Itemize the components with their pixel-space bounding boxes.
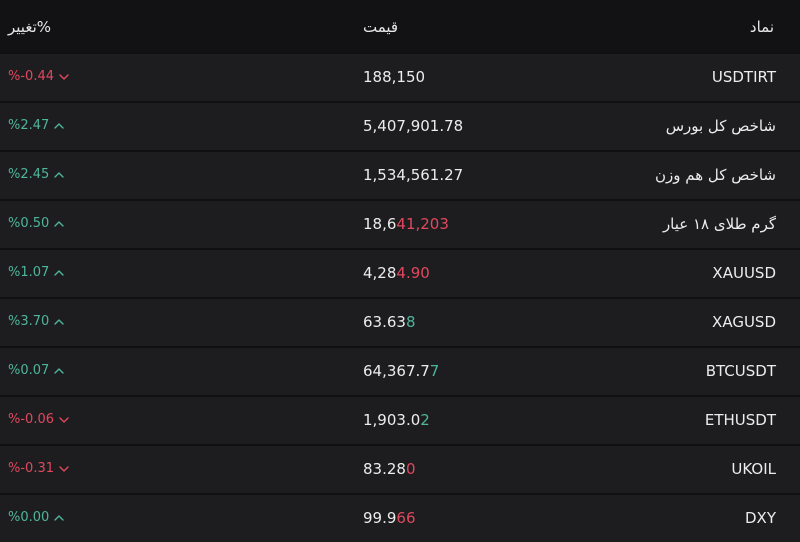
row-price-tail: 0 — [405, 460, 416, 478]
table-row[interactable]: گرم طلای ۱۸ عیار 18,641,203 %0.50 — [0, 199, 800, 248]
row-symbol: شاخص کل هم وزن — [655, 166, 776, 184]
table-header: نماد قیمت تغییر% — [0, 0, 800, 52]
row-change: %0.07 — [8, 363, 65, 379]
chevron-up-icon — [54, 172, 65, 178]
row-change-value: %2.45 — [8, 167, 50, 182]
row-change: %2.47 — [8, 118, 65, 134]
table-row[interactable]: شاخص کل بورس 5,407,901.78 %2.47 — [0, 101, 800, 150]
chevron-down-icon — [59, 417, 69, 423]
row-price-main: 1,903.0 — [363, 411, 421, 429]
chevron-up-icon — [54, 515, 65, 521]
row-change: %3.70 — [8, 314, 65, 330]
row-price: 83.280 — [363, 459, 416, 479]
row-price-tail: 66 — [396, 509, 416, 527]
row-price-tail: 41,203 — [396, 215, 449, 233]
chevron-up-icon — [54, 123, 65, 129]
row-change-value: %0.00 — [8, 510, 50, 525]
row-symbol: شاخص کل بورس — [665, 117, 776, 135]
table-row[interactable]: XAGUSD 63.638 %3.70 — [0, 297, 800, 346]
row-change-value: %0.07 — [8, 363, 50, 378]
row-symbol: BTCUSDT — [705, 362, 776, 380]
row-change-value: %-0.06 — [8, 412, 54, 427]
row-price-main: 63.63 — [363, 313, 406, 331]
chevron-up-icon — [54, 319, 65, 325]
table-row[interactable]: XAUUSD 4,284.90 %1.07 — [0, 248, 800, 297]
row-price-main: 18,6 — [363, 215, 397, 233]
row-price-main: 83.28 — [363, 460, 406, 478]
row-change: %-0.44 — [8, 69, 69, 85]
row-change: %0.50 — [8, 216, 65, 232]
row-symbol: DXY — [745, 509, 776, 527]
row-price-main: 4,28 — [363, 264, 397, 282]
header-change[interactable]: تغییر% — [8, 17, 51, 37]
row-symbol: XAGUSD — [712, 313, 776, 331]
header-symbol[interactable]: نماد — [750, 17, 774, 37]
row-symbol: ETHUSDT — [704, 411, 776, 429]
row-price-main: 5,407,901.78 — [363, 117, 464, 135]
chevron-up-icon — [54, 368, 65, 374]
chevron-down-icon — [59, 74, 69, 80]
row-price: 1,534,561.27 — [363, 165, 463, 185]
row-change-value: %2.47 — [8, 118, 50, 133]
table-row[interactable]: UKOIL 83.280 %-0.31 — [0, 444, 800, 493]
row-symbol: XAUUSD — [712, 264, 776, 282]
row-price-tail: 8 — [405, 313, 416, 331]
row-change: %2.45 — [8, 167, 65, 183]
row-change-value: %-0.31 — [8, 461, 54, 476]
header-price[interactable]: قیمت — [363, 17, 398, 37]
chevron-up-icon — [54, 270, 65, 276]
row-price-main: 99.9 — [363, 509, 397, 527]
table-row[interactable]: USDTIRT 188,150 %-0.44 — [0, 52, 800, 101]
row-change: %-0.31 — [8, 461, 69, 477]
row-price: 64,367.77 — [363, 361, 439, 381]
row-symbol: UKOIL — [731, 460, 776, 478]
row-price: 4,284.90 — [363, 263, 430, 283]
table-body: USDTIRT 188,150 %-0.44 شاخص کل بورس 5,407,90… — [0, 52, 800, 542]
row-change-value: %3.70 — [8, 314, 50, 329]
chevron-up-icon — [54, 221, 65, 227]
row-symbol: گرم طلای ۱۸ عیار — [662, 215, 776, 233]
row-price-tail: 7 — [429, 362, 440, 380]
row-price-tail: 4.90 — [396, 264, 430, 282]
row-price: 1,903.02 — [363, 410, 430, 430]
chevron-down-icon — [59, 466, 69, 472]
row-change: %1.07 — [8, 265, 65, 281]
row-change-value: %0.50 — [8, 216, 50, 231]
market-table: نماد قیمت تغییر% USDTIRT 188,150 %-0.44 شاخ… — [0, 0, 800, 542]
row-price: 18,641,203 — [363, 214, 449, 234]
row-change: %0.00 — [8, 510, 65, 526]
row-change-value: %-0.44 — [8, 69, 54, 84]
row-price: 63.638 — [363, 312, 416, 332]
table-row[interactable]: ETHUSDT 1,903.02 %-0.06 — [0, 395, 800, 444]
row-price: 99.966 — [363, 508, 416, 528]
table-row[interactable]: شاخص کل هم وزن 1,534,561.27 %2.45 — [0, 150, 800, 199]
table-row[interactable]: DXY 99.966 %0.00 — [0, 493, 800, 542]
row-price-main: 64,367.7 — [363, 362, 430, 380]
row-price-main: 1,534,561.27 — [363, 166, 464, 184]
row-change: %-0.06 — [8, 412, 69, 428]
row-change-value: %1.07 — [8, 265, 50, 280]
row-symbol: USDTIRT — [711, 68, 776, 86]
row-price: 5,407,901.78 — [363, 116, 463, 136]
row-price-main: 188,150 — [363, 68, 426, 86]
table-row[interactable]: BTCUSDT 64,367.77 %0.07 — [0, 346, 800, 395]
row-price: 188,150 — [363, 67, 425, 87]
row-price-tail: 2 — [420, 411, 430, 429]
